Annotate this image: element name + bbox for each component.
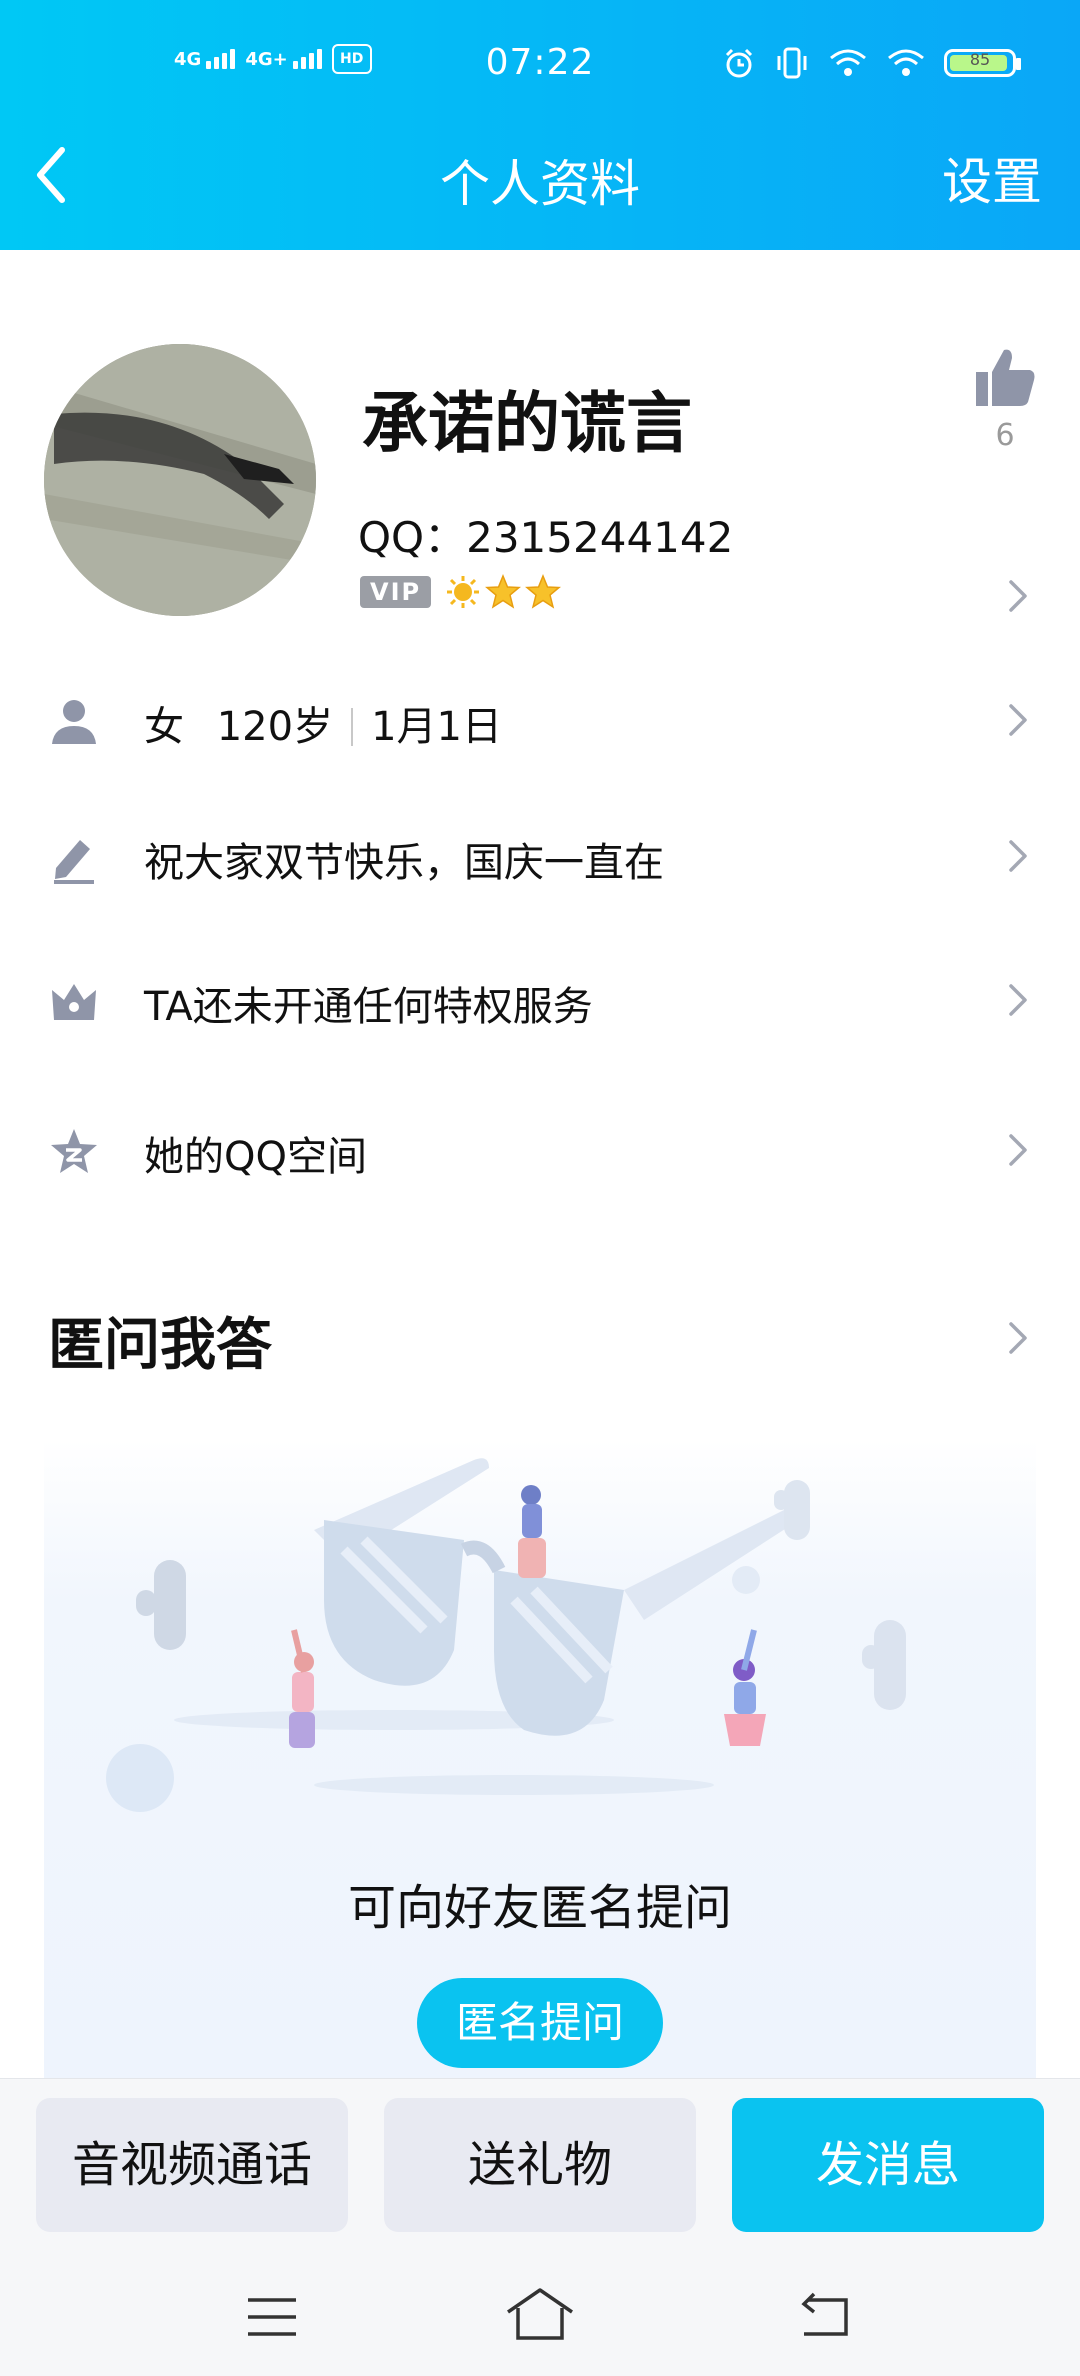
badges[interactable]: VIP: [360, 574, 562, 610]
anonymous-ask-button[interactable]: 匿名提问: [417, 1978, 663, 2068]
signature-text: 祝大家双节快乐，国庆一直在: [144, 840, 664, 886]
wifi-icon: [888, 49, 924, 76]
thumbs-up-icon: [976, 349, 1035, 406]
qzone-star-icon: [51, 1129, 97, 1173]
battery-icon: 85: [944, 49, 1021, 77]
qzone-row[interactable]: 她的QQ空间: [0, 1100, 1080, 1200]
send-gift-button[interactable]: 送礼物: [384, 2098, 696, 2232]
send-message-button[interactable]: 发消息: [732, 2098, 1044, 2232]
like-button[interactable]: 6: [970, 344, 1040, 454]
video-call-button[interactable]: 音视频通话: [36, 2098, 348, 2232]
level-icons: [445, 574, 562, 610]
age: 120岁: [216, 704, 334, 750]
privilege-row[interactable]: TA还未开通任何特权服务: [0, 950, 1080, 1050]
like-count: 6: [995, 418, 1015, 453]
vip-badge: VIP: [360, 576, 432, 608]
menu-icon[interactable]: [244, 2292, 300, 2342]
person-icon: [52, 700, 96, 744]
chevron-right-icon: [1009, 1134, 1027, 1166]
status-right: 85: [722, 46, 1021, 80]
vibrate-icon: [777, 47, 807, 79]
profile-page: 4G 4G+ HD 07:22 85 个人资料 设置 承诺的谎言 QQ：2315…: [0, 0, 1080, 2376]
star-icon: [525, 574, 562, 609]
status-bar: 4G 4G+ HD 07:22 85: [0, 38, 1080, 98]
nickname: 承诺的谎言: [362, 385, 692, 462]
home-icon[interactable]: [504, 2286, 576, 2342]
qq-number: QQ：2315244142: [358, 513, 734, 562]
sun-icon: [447, 576, 480, 608]
avatar[interactable]: [44, 344, 316, 616]
wifi-plus-icon: [830, 49, 866, 76]
system-nav-bar: [0, 2282, 1080, 2352]
star-icon: [485, 574, 522, 609]
divider: [351, 708, 354, 746]
pencil-icon: [54, 840, 94, 884]
anonymous-prompt: 可向好友匿名提问: [347, 1880, 732, 1936]
chevron-right-icon: [1009, 704, 1027, 736]
alarm-icon: [725, 48, 753, 78]
nav-row: 个人资料 设置: [0, 130, 1080, 220]
avatar-image: [44, 344, 316, 616]
signature-row[interactable]: 祝大家双节快乐，国庆一直在: [0, 806, 1080, 906]
chevron-right-icon[interactable]: [1006, 576, 1030, 616]
crown-icon: [52, 984, 96, 1020]
basic-info-row[interactable]: 女 120岁 1月1日: [0, 670, 1080, 770]
gender: 女: [144, 704, 184, 750]
basic-info-text: 女 120岁 1月1日: [144, 694, 502, 752]
settings-button[interactable]: 设置: [942, 142, 1042, 214]
back-icon[interactable]: [796, 2292, 852, 2342]
chevron-right-icon[interactable]: [1006, 1318, 1030, 1358]
privilege-text: TA还未开通任何特权服务: [144, 984, 593, 1030]
qzone-text: 她的QQ空间: [144, 1134, 367, 1180]
chevron-right-icon: [1009, 840, 1027, 872]
battery-level: 85: [969, 50, 991, 69]
header: 4G 4G+ HD 07:22 85 个人资料 设置: [0, 0, 1080, 250]
chevron-right-icon: [1009, 984, 1027, 1016]
page-title: 个人资料: [440, 155, 640, 213]
anonymous-qa-title[interactable]: 匿问我答: [48, 1300, 272, 1381]
birthday: 1月1日: [371, 704, 502, 750]
